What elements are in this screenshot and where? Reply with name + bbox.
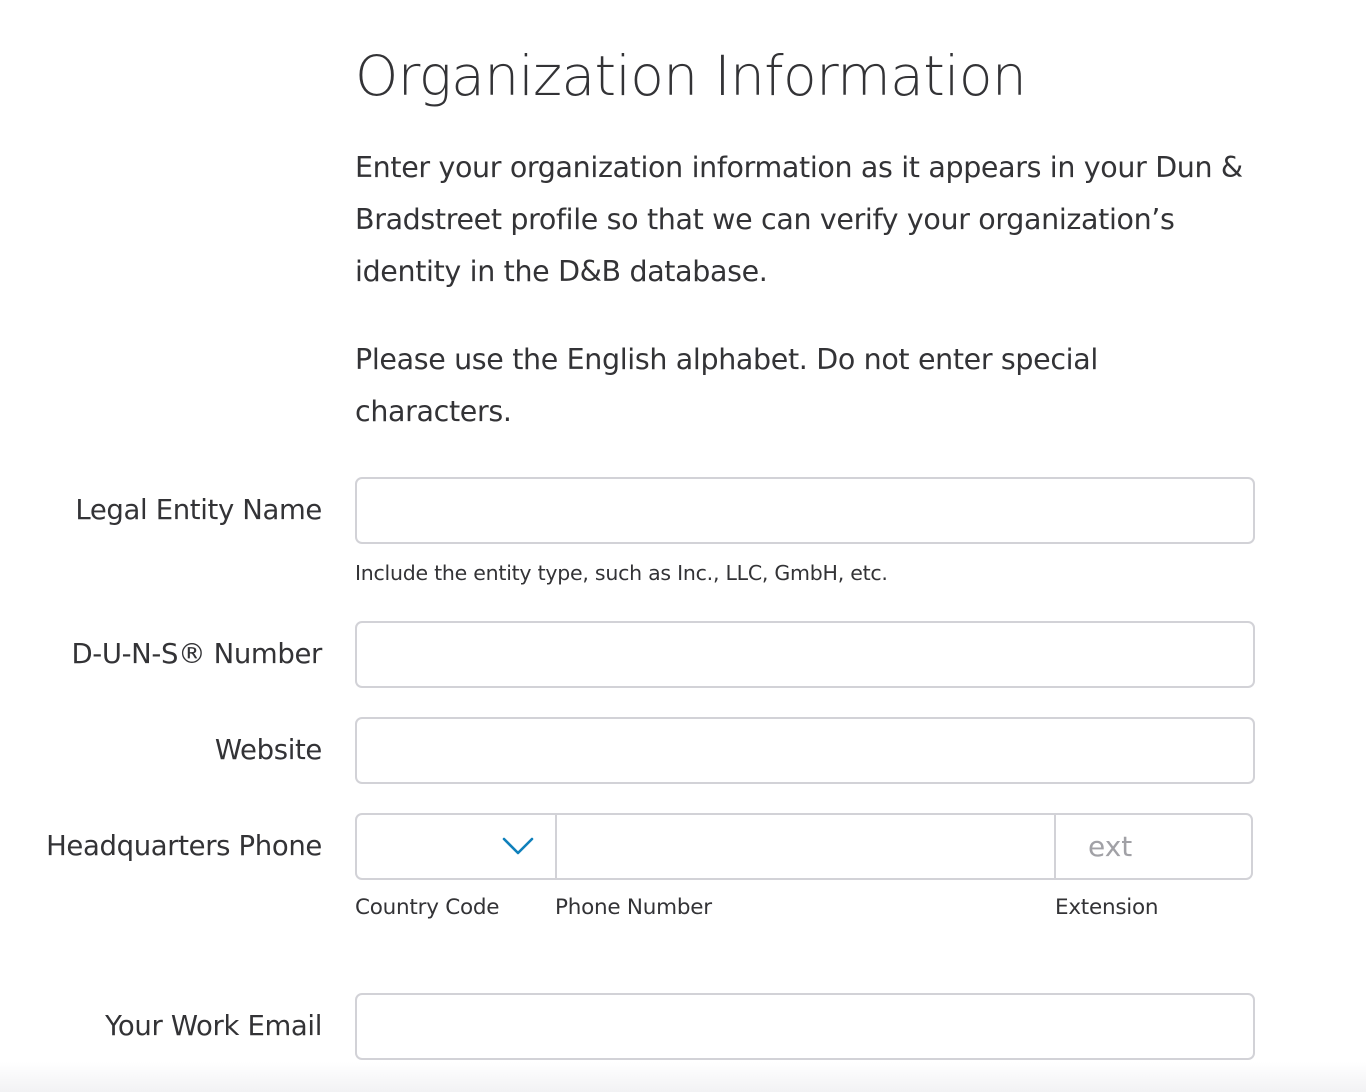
page-title: Organization Information: [355, 44, 1027, 108]
phone-number-label: Phone Number: [555, 895, 712, 920]
legal-entity-name-label: Legal Entity Name: [75, 494, 322, 526]
work-email-label: Your Work Email: [105, 1010, 322, 1042]
alphabet-note: Please use the English alphabet. Do not …: [355, 343, 1098, 428]
bottom-fade: [0, 1062, 1366, 1092]
chevron-down-icon: [502, 837, 534, 855]
headquarters-phone-group: [355, 813, 1253, 880]
duns-number-input[interactable]: [355, 621, 1255, 688]
duns-number-label: D-U-N-S® Number: [71, 638, 322, 670]
website-input[interactable]: [355, 717, 1255, 784]
country-code-label: Country Code: [355, 895, 500, 920]
extension-input[interactable]: [1054, 815, 1251, 878]
website-label: Website: [214, 734, 323, 766]
legal-entity-name-help: Include the entity type, such as Inc., L…: [355, 561, 888, 585]
country-code-select[interactable]: [357, 815, 557, 878]
work-email-input[interactable]: [355, 993, 1255, 1060]
headquarters-phone-label: Headquarters Phone: [46, 830, 322, 862]
intro-paragraph: Enter your organization information as i…: [355, 151, 1243, 288]
legal-entity-name-input[interactable]: [355, 477, 1255, 544]
phone-number-input[interactable]: [557, 815, 1054, 878]
extension-label: Extension: [1055, 895, 1159, 920]
